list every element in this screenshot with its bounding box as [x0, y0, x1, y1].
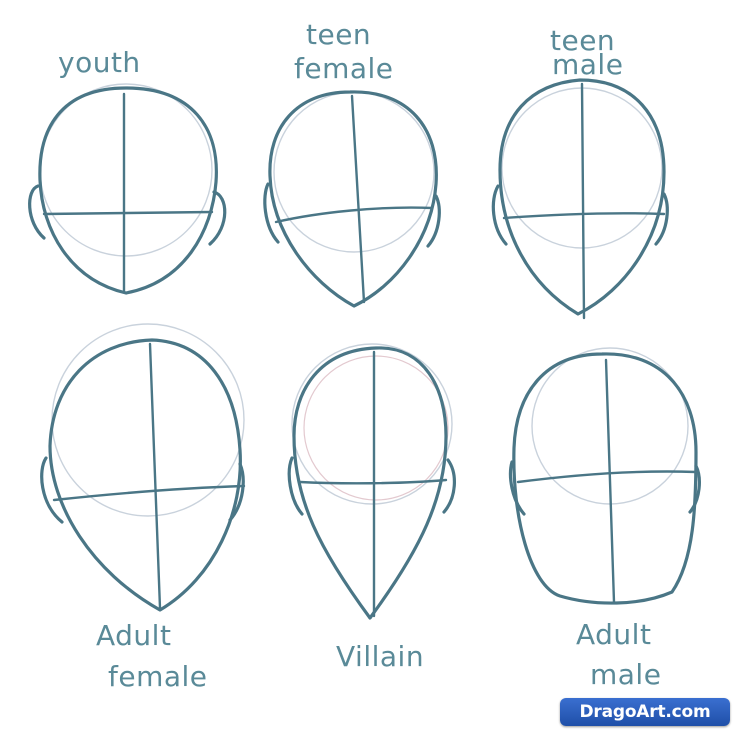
- youth-construction-circle: [39, 83, 213, 257]
- adult-female-vertical-guide: [148, 342, 162, 610]
- youth-head-outline: [38, 86, 218, 295]
- villain-construction-circle: [291, 343, 453, 505]
- label-adult-male-line2: male: [590, 658, 661, 691]
- teen-female-vertical-guide: [350, 94, 366, 304]
- label-adult-female-line1: Adult: [96, 619, 171, 652]
- villain-construction-circle-inner: [303, 355, 449, 501]
- label-teen-female-line2: female: [294, 52, 394, 85]
- head-teen-male: [491, 78, 669, 320]
- adult-male-vertical-guide: [604, 358, 616, 604]
- label-youth: youth: [58, 46, 141, 79]
- head-teen-female: [263, 90, 441, 308]
- label-adult-female-line2: female: [108, 660, 208, 693]
- head-adult-male: [508, 347, 701, 605]
- villain-right-ear: [442, 458, 456, 514]
- teen-male-vertical-guide: [580, 82, 586, 320]
- head-adult-female: [40, 323, 246, 612]
- label-teen-female-line1: teen: [306, 18, 371, 51]
- drawing-sheet: youth teen female teen male Adult female…: [0, 0, 736, 736]
- dragoart-watermark: DragoArt.com: [560, 698, 730, 726]
- head-villain: [287, 343, 456, 620]
- face-shapes-sketch: youth teen female teen male Adult female…: [28, 18, 701, 693]
- head-youth: [28, 83, 227, 295]
- label-villain: Villain: [336, 640, 424, 673]
- youth-horizontal-guide: [42, 210, 214, 216]
- label-teen-male-line2: male: [552, 48, 623, 81]
- label-adult-male-line1: Adult: [576, 618, 651, 651]
- adult-female-head-outline: [48, 338, 242, 612]
- adult-female-horizontal-guide: [52, 484, 246, 502]
- teen-female-horizontal-guide: [274, 206, 434, 224]
